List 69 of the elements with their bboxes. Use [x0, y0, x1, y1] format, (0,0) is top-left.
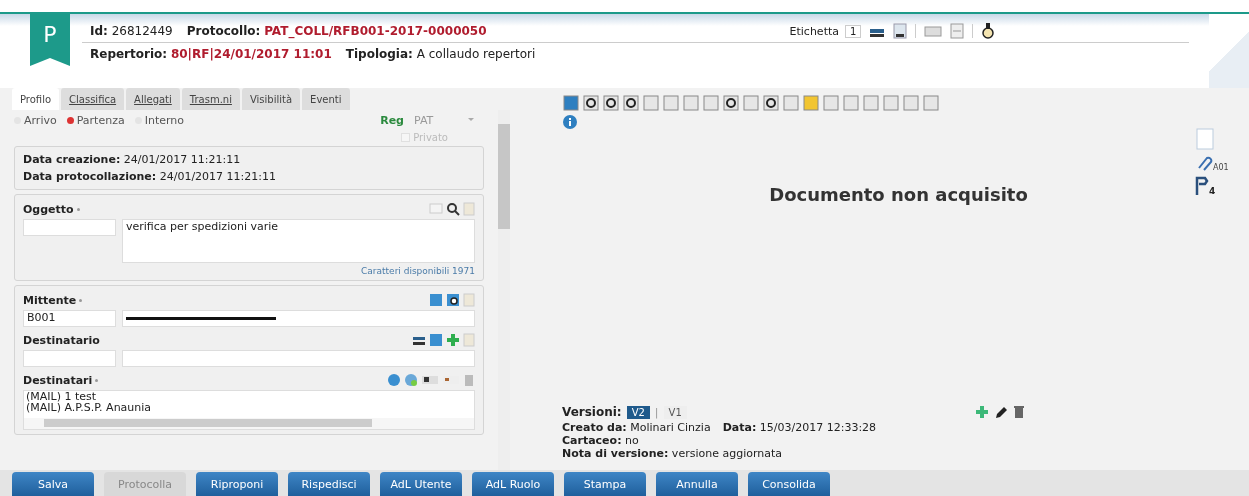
- name-field[interactable]: [122, 310, 475, 327]
- code-field[interactable]: [23, 219, 116, 236]
- plus-icon[interactable]: [975, 405, 989, 419]
- direction-radio[interactable]: Arrivo: [14, 113, 57, 127]
- version-detail-text: Nota di versione: versione aggiornata: [562, 447, 782, 460]
- tab[interactable]: Classifica: [61, 88, 125, 110]
- recipient-item[interactable]: (MAIL) A.P.S.P. Anaunia: [26, 402, 474, 413]
- pencil-icon[interactable]: [994, 405, 1008, 419]
- recipient-list[interactable]: (MAIL) 1 test (MAIL) A.P.S.P. Anaunia: [23, 390, 475, 430]
- code-field[interactable]: [23, 350, 116, 367]
- empty-document-message: Documento non acquisito: [769, 184, 1028, 207]
- attachment-label[interactable]: A01: [1213, 163, 1229, 172]
- action-button[interactable]: Rispedisci: [288, 472, 370, 496]
- version-detail-text: Creato da: Molinari Cinzia: [562, 421, 711, 434]
- globe-icon[interactable]: [404, 373, 418, 387]
- direction-radio[interactable]: Interno: [134, 113, 184, 127]
- action-button[interactable]: AdL Utente: [380, 472, 462, 496]
- protocollo-text: Protocollo: PAT_COLL/RFB001-2017-0000050: [186, 24, 487, 38]
- action-button[interactable]: Salva: [12, 472, 94, 496]
- tipologia-text: Tipologia: A collaudo repertori: [345, 47, 536, 61]
- tab[interactable]: Eventi: [302, 88, 350, 110]
- destinatario-label: Destinatario: [23, 333, 100, 347]
- separator-text: |: [654, 405, 659, 419]
- stamp-icon[interactable]: [981, 22, 996, 40]
- version-tab[interactable]: V2: [626, 405, 650, 419]
- etichetta-count[interactable]: 1: [845, 24, 862, 38]
- direction-radio[interactable]: Partenza: [66, 113, 125, 127]
- count-label: 4: [1209, 186, 1216, 196]
- reg-label: Reg: [380, 113, 404, 127]
- envelope-icon[interactable]: [924, 25, 943, 37]
- tab[interactable]: Visibilità: [241, 88, 301, 110]
- action-button[interactable]: Annulla: [656, 472, 738, 496]
- paperclip-icon[interactable]: [1195, 154, 1213, 172]
- horizontal-scrollbar[interactable]: [24, 418, 474, 429]
- action-button[interactable]: Consolida: [748, 472, 830, 496]
- date-text: Data creazione: 24/01/2017 11:21:11: [23, 152, 242, 168]
- tab[interactable]: Trasm.ni: [181, 88, 240, 110]
- id-card-icon[interactable]: [421, 373, 439, 387]
- action-button[interactable]: Stampa: [564, 472, 646, 496]
- document-icon[interactable]: [893, 23, 908, 39]
- tab[interactable]: Allegati: [126, 88, 180, 110]
- trash-icon[interactable]: [1013, 405, 1025, 419]
- recipient-item[interactable]: (MAIL) 1 test: [26, 391, 474, 402]
- action-button[interactable]: Riproponi: [196, 472, 278, 496]
- plus-icon[interactable]: [446, 333, 460, 347]
- version-detail-text: Data: 15/03/2017 12:33:28: [722, 421, 877, 434]
- logo-bookmark: P: [30, 12, 70, 66]
- vertical-scrollbar[interactable]: [498, 110, 510, 470]
- oggetto-label: Oggetto: [23, 202, 74, 216]
- action-button[interactable]: AdL Ruolo: [472, 472, 554, 496]
- form-icon[interactable]: [950, 23, 965, 39]
- code-field[interactable]: B001: [23, 310, 116, 327]
- destinatari-label: Destinatari: [23, 373, 93, 387]
- id-text: Id: 26812449: [90, 24, 173, 38]
- character-counter: Caratteri disponibili 1971: [360, 266, 475, 276]
- etichetta-label: Etichetta: [789, 24, 839, 38]
- oggetto-textarea[interactable]: verifica per spedizioni varie: [122, 219, 475, 263]
- version-detail-text: Cartaceo: no: [562, 434, 639, 447]
- repertorio-text: Repertorio: 80|RF|24/01/2017 11:01: [90, 47, 332, 61]
- date-text: Data protocollazione: 24/01/2017 11:21:11: [23, 169, 277, 185]
- notepad-icon[interactable]: [463, 333, 475, 347]
- versions-label: Versioni:: [562, 405, 622, 419]
- info-icon[interactable]: [562, 114, 578, 130]
- mittente-label: Mittente: [23, 293, 77, 307]
- tab[interactable]: Profilo: [12, 88, 60, 110]
- version-tab[interactable]: V1: [663, 405, 687, 419]
- flag-icon[interactable]: [1195, 176, 1209, 196]
- name-field[interactable]: [122, 350, 475, 367]
- globe-icon[interactable]: [387, 373, 401, 387]
